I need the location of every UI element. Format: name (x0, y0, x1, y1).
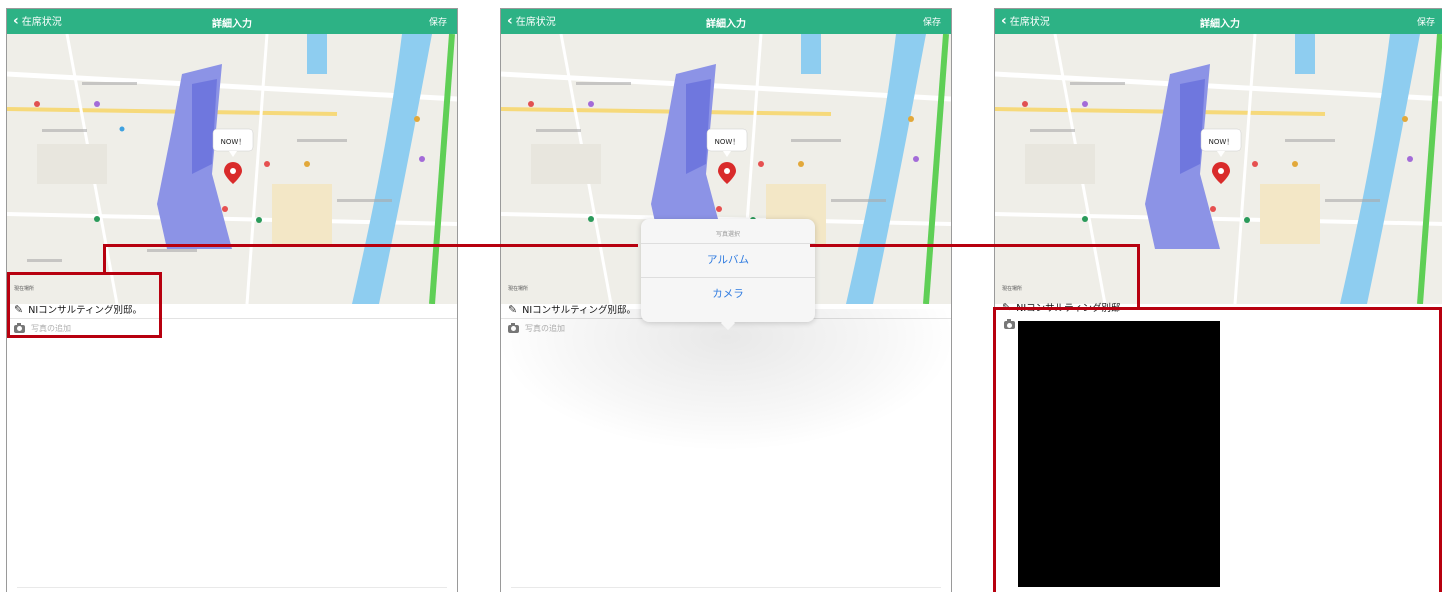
page-title: 詳細入力 (1200, 19, 1240, 30)
save-button[interactable]: 保存 (429, 15, 447, 28)
bottom-divider (511, 587, 941, 588)
location-label: 現在場所 (1002, 286, 1023, 292)
connector-line (103, 244, 638, 247)
highlight-box-place (7, 272, 162, 338)
page-title: 詳細入力 (212, 19, 252, 30)
nav-bar: ‹ 在席状況 詳細入力 保存 (995, 9, 1442, 34)
connector-line (1137, 244, 1140, 309)
popover-title: 写真選択 (641, 219, 815, 244)
nav-bar: ‹ 在席状況 詳細入力 保存 (501, 9, 951, 34)
popover-shadow (501, 309, 951, 449)
photo-select-popover: 写真選択 アルバム カメラ (641, 219, 815, 322)
connector-line (810, 244, 1140, 247)
location-label: 現在場所 (508, 286, 529, 292)
save-button[interactable]: 保存 (1417, 15, 1435, 28)
save-button[interactable]: 保存 (923, 15, 941, 28)
now-label: NOW！ (715, 138, 740, 146)
connector-line (103, 244, 106, 274)
camera-option[interactable]: カメラ (641, 278, 815, 311)
screen-photo-select: ‹ 在席状況 詳細入力 保存 NOW！ 現在場所 写真選択 アルバム カメラ (500, 8, 952, 592)
album-option[interactable]: アルバム (641, 244, 815, 278)
bottom-divider (17, 587, 447, 588)
now-label: NOW！ (1209, 138, 1234, 146)
highlight-box-photo (993, 307, 1442, 592)
map-view[interactable]: NOW！ (995, 34, 1442, 304)
page-title: 詳細入力 (706, 19, 746, 30)
now-label: NOW！ (221, 138, 246, 146)
map-view[interactable]: NOW！ (7, 34, 457, 304)
nav-bar: ‹ 在席状況 詳細入力 保存 (7, 9, 457, 34)
